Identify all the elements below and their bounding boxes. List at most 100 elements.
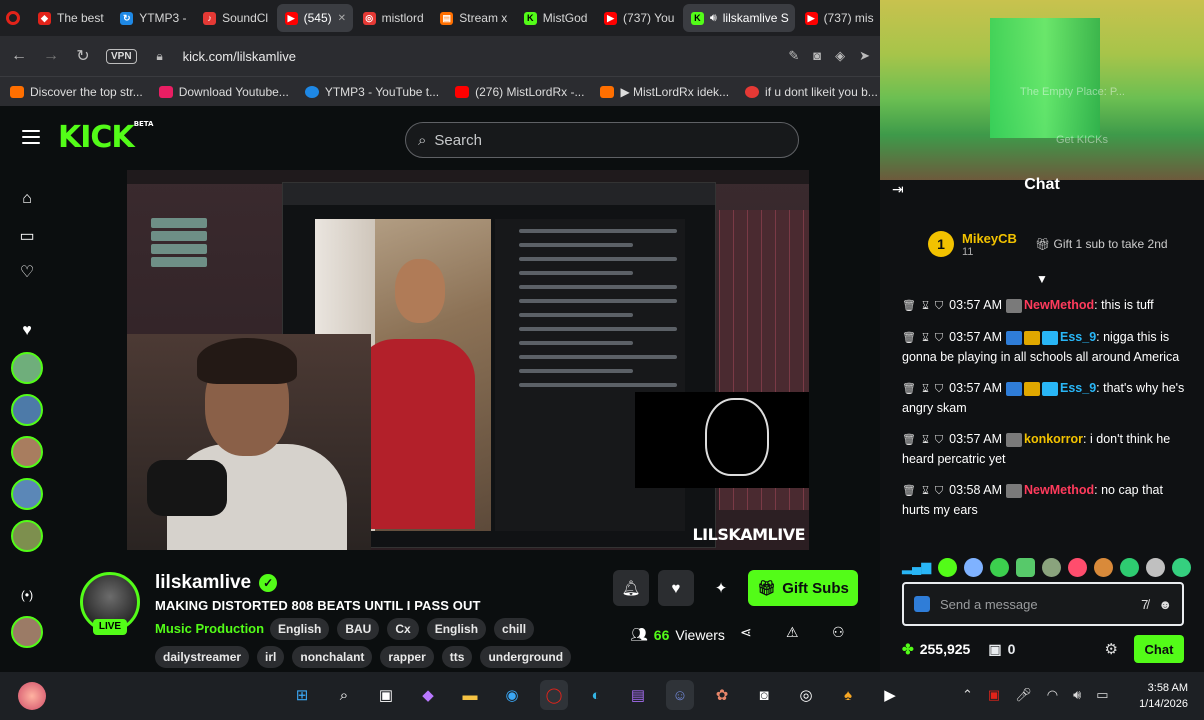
category-link[interactable]: Music Production [155,621,264,636]
mod-shield-icon[interactable]: ⛉ [935,300,943,312]
tray-app-icon[interactable]: ▣ [988,687,1000,703]
app-icon[interactable]: ◉ [498,680,526,710]
browser-tab[interactable]: ▤ Stream x [432,4,514,32]
tray-overflow-icon[interactable]: ⌃ [962,687,973,703]
followed-heart-icon[interactable]: ♥ [18,322,36,340]
emote-icon[interactable] [1172,557,1192,577]
bookmark-item[interactable]: YTMP3 - YouTube t... [304,85,439,99]
followed-channel-avatar[interactable] [11,520,43,552]
bookmark-item[interactable]: (276) MistLordRx -... [455,85,584,99]
chat-message-input[interactable] [940,596,1132,612]
notification-bell-button[interactable]: 🔔︎ [613,570,649,606]
edit-icon[interactable]: ✎ [788,48,799,64]
widgets-icon[interactable] [18,682,46,710]
volume-icon[interactable]: 🔊︎ [1073,687,1081,703]
timeout-icon[interactable]: ⌛︎ [922,332,929,344]
stream-tag[interactable]: English [270,618,330,640]
stream-tag[interactable]: nonchalant [292,646,373,668]
stream-tag[interactable]: BAU [337,618,380,640]
channel-points[interactable]: ✤ 255,925 [902,641,970,658]
file-explorer-icon[interactable]: ▬ [456,680,484,710]
media-player-icon[interactable]: ▶ [876,680,904,710]
sparkle-button[interactable]: ✦ [703,570,739,606]
bookmark-item[interactable]: ▶ MistLordRx idek... [600,85,729,99]
emoji-icon[interactable]: ☻ [1158,597,1172,612]
obs-icon[interactable]: ◎ [792,680,820,710]
system-clock[interactable]: 3:58 AM 1/14/2026 [1139,680,1188,712]
emote-icon[interactable] [1120,557,1140,577]
followed-channel-avatar[interactable] [11,436,43,468]
stream-tag[interactable]: English [426,618,487,640]
following-heart-icon[interactable]: ♡ [18,264,36,282]
emote-icon[interactable] [1016,557,1036,577]
wifi-icon[interactable]: ◠ [1047,687,1058,703]
app-icon[interactable]: ✿ [708,680,736,710]
mod-shield-icon[interactable]: ⛉ [935,383,943,395]
stream-tag[interactable]: underground [480,646,572,668]
timeout-icon[interactable]: ⌛︎ [922,300,929,312]
stream-tag[interactable]: Cx [387,618,419,640]
search-bar[interactable]: ⌕ [405,122,799,158]
followed-channel-avatar[interactable] [11,394,43,426]
kick-logo[interactable]: KICKBETA [58,120,153,155]
search-icon[interactable]: ⌕ [330,680,358,710]
stream-tag[interactable]: tts [441,646,473,668]
browser-tab[interactable]: ▶ (545) ✕ [276,4,353,32]
delete-icon[interactable]: 🗑︎ [902,485,916,497]
scroll-indicator-icon[interactable]: ▼ [1036,272,1048,286]
channel-name[interactable]: lilskamlive [155,572,251,594]
message-user[interactable]: NewMethod [1024,298,1094,312]
top-gifter-name[interactable]: MikeyCB [962,231,1017,246]
followed-channel-avatar[interactable] [11,616,43,648]
stream-tag[interactable]: dailystreamer [155,646,250,668]
delete-icon[interactable]: 🗑︎ [902,383,916,395]
mod-shield-icon[interactable]: ⛉ [935,332,943,344]
timeout-icon[interactable]: ⌛︎ [922,485,929,497]
browser-tab[interactable]: ◆ The best [30,4,110,32]
browser-tab[interactable]: K MistGod [516,4,594,32]
delete-icon[interactable]: 🗑︎ [902,300,916,312]
browser-tab[interactable]: ▶ (737) mis [797,4,880,32]
user-add-icon[interactable]: ⚇ [832,624,845,641]
stream-tag[interactable]: chill [494,618,535,640]
delete-icon[interactable]: 🗑︎ [902,434,916,446]
live-broadcast-icon[interactable]: (•) [18,586,36,604]
message-user[interactable]: konkorror [1024,432,1083,446]
emote-icon[interactable] [938,557,958,577]
menu-icon[interactable] [22,130,40,144]
browse-icon[interactable]: ▭ [18,228,36,246]
message-user[interactable]: Ess_9 [1060,330,1096,344]
speaker-icon[interactable]: 🔊︎ [710,12,717,25]
audio-bars-icon[interactable]: ▂▄▆ [902,559,931,575]
timeout-icon[interactable]: ⌛︎ [922,383,929,395]
browser-tab[interactable]: ◎ mistlord [355,4,431,32]
emote-icon[interactable] [990,557,1010,577]
opera-logo-icon[interactable] [6,11,20,25]
close-tab-icon[interactable]: ✕ [338,13,346,24]
follow-heart-button[interactable]: ♥ [658,570,694,606]
reload-icon[interactable]: ↻ [74,46,92,66]
vpn-badge[interactable]: VPN [106,48,137,64]
search-input[interactable] [434,131,735,149]
bookmark-item[interactable]: Download Youtube... [158,85,289,99]
stream-tag[interactable]: irl [257,646,285,668]
task-view-icon[interactable]: ▣ [372,680,400,710]
emote-icon[interactable] [1094,557,1114,577]
camera-icon[interactable]: ◙ [813,48,821,64]
bookmark-item[interactable]: Discover the top str... [10,85,143,99]
timeout-icon[interactable]: ⌛︎ [922,434,929,446]
microphone-icon[interactable]: 🎤︎ [1015,687,1032,703]
emote-icon[interactable] [1146,557,1166,577]
message-user[interactable]: NewMethod [1024,483,1094,497]
gift-prompt[interactable]: 🎁︎ Gift 1 sub to take 2nd [1035,237,1168,251]
stream-tag[interactable]: rapper [380,646,434,668]
opera-browser-icon[interactable]: ◯ [540,680,568,710]
mod-shield-icon[interactable]: ⛉ [935,485,943,497]
lock-icon[interactable]: 🔒︎ [151,49,169,64]
battery-icon[interactable]: ▭ [1096,687,1108,703]
copilot-icon[interactable]: ◆ [414,680,442,710]
start-windows-icon[interactable]: ⊞ [288,680,316,710]
browser-tab[interactable]: ♪ SoundCl [195,4,275,32]
video-player[interactable]: LILSKAMLIVE [127,170,809,550]
url-field[interactable]: kick.com/lilskamlive [183,49,775,64]
